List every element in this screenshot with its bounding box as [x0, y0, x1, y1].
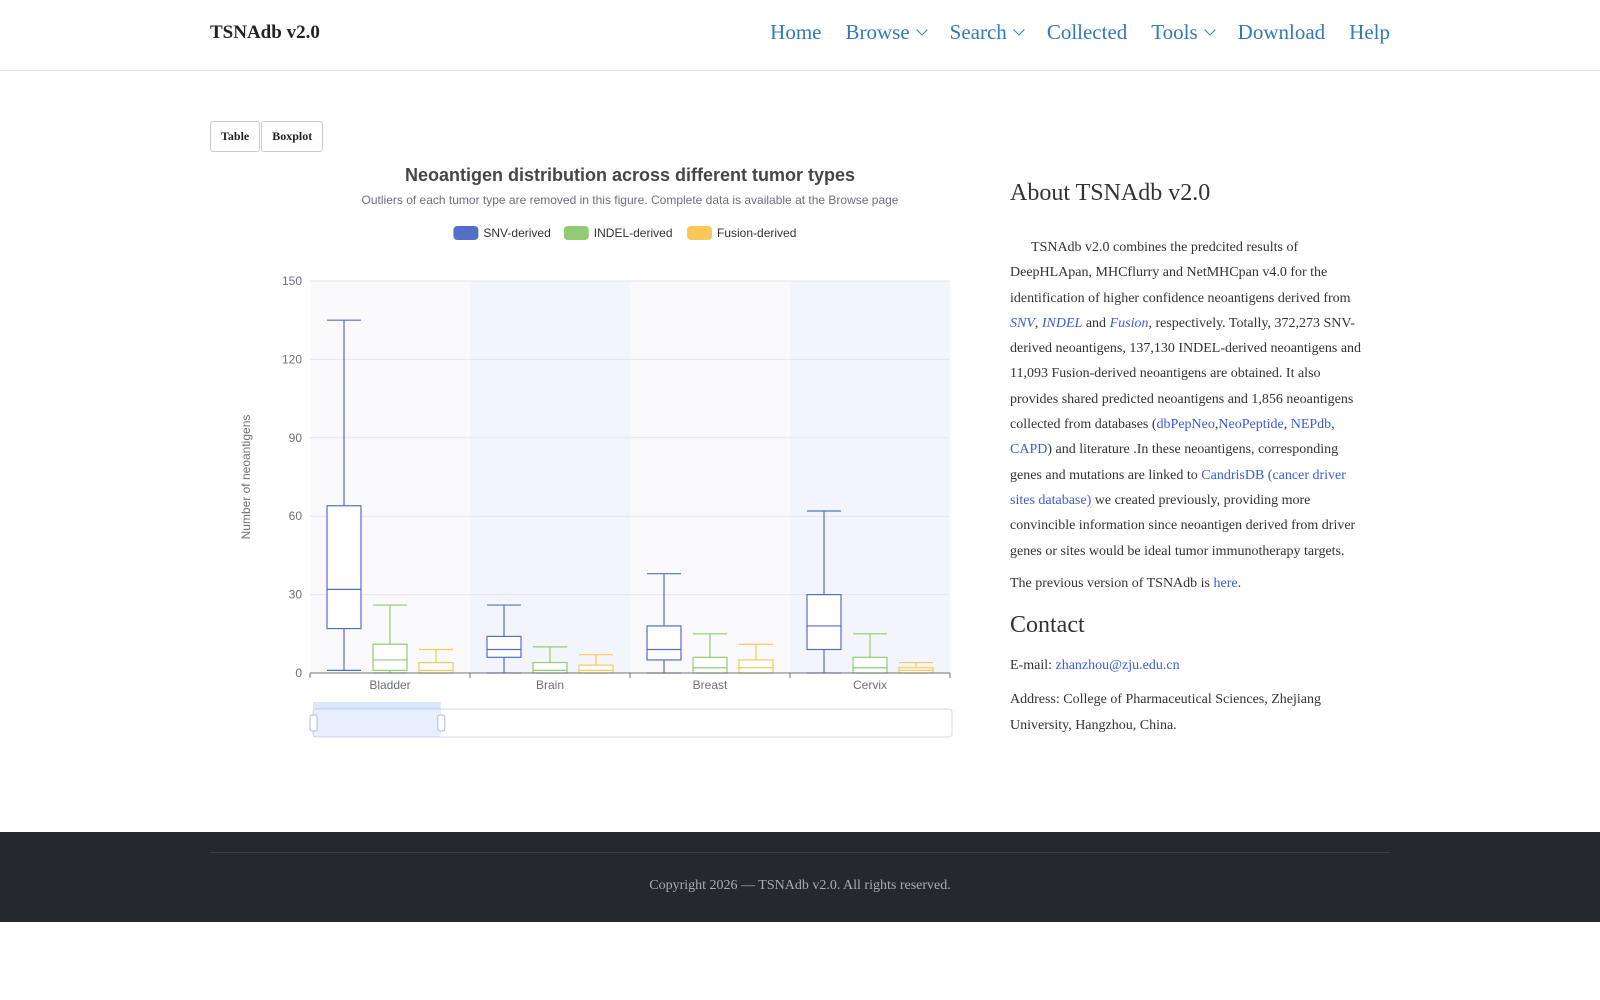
- previous-version-link[interactable]: here: [1214, 576, 1238, 591]
- about-text: ,: [1283, 417, 1291, 433]
- legend-item: Fusion-derived: [687, 226, 796, 240]
- box-iqr: [852, 656, 888, 674]
- previous-version-text: .: [1237, 575, 1242, 591]
- legend-item: SNV-derived: [453, 226, 551, 240]
- nav-help[interactable]: Help: [1349, 20, 1390, 45]
- legend-label: Fusion-derived: [717, 226, 796, 240]
- copyright-text: Copyright 2026 — TSNAdb v2.0. All rights…: [649, 878, 951, 893]
- about-text: ,: [1034, 315, 1042, 331]
- box-iqr: [646, 625, 682, 661]
- box-iqr: [578, 664, 614, 674]
- nav-download[interactable]: Download: [1238, 20, 1326, 45]
- about-text: TSNAdb v2.0 combines the predcited resul…: [1010, 240, 1351, 306]
- contact-address: Address: College of Pharmaceutical Scien…: [1010, 692, 1322, 733]
- y-tick-label: 90: [289, 431, 303, 445]
- nav-search[interactable]: Search: [949, 20, 1025, 45]
- x-tick-label: Cervix: [853, 678, 887, 692]
- zoom-handle-left: [309, 714, 318, 732]
- legend-swatch: [687, 226, 712, 240]
- nav-tools[interactable]: Tools: [1151, 20, 1216, 45]
- box-iqr: [486, 635, 522, 658]
- about-text: and: [1082, 315, 1110, 331]
- nav-download-label: Download: [1237, 20, 1326, 44]
- nav-browse-label: Browse: [845, 20, 910, 44]
- about-section: About TSNAdb v2.0 TSNAdb v2.0 combines t…: [1010, 180, 1365, 738]
- table-button[interactable]: Table: [210, 121, 261, 152]
- about-paragraph: TSNAdb v2.0 combines the predcited resul…: [1010, 235, 1365, 564]
- about-title: About TSNAdb v2.0: [1010, 180, 1211, 206]
- box-iqr: [418, 661, 454, 674]
- x-tick-label: Bladder: [369, 678, 410, 692]
- previous-version: The previous version of TSNAdb is here.: [1010, 571, 1365, 596]
- legend-swatch: [563, 226, 589, 240]
- y-tick-label: 60: [289, 509, 303, 523]
- category-band: [630, 281, 790, 673]
- navbar: TSNAdb v2.0 Home Browse Search Collected…: [0, 0, 1600, 71]
- nepdb-link[interactable]: NEPdb: [1291, 417, 1331, 432]
- chart-title: Neoantigen distribution across different…: [405, 165, 855, 185]
- dbpepneo-link[interactable]: dbPepNeo: [1157, 417, 1215, 432]
- chevron-down-icon: [916, 24, 928, 36]
- contact-title: Contact: [1010, 612, 1085, 639]
- email-link[interactable]: zhanzhou@zju.edu.cn: [1056, 658, 1180, 673]
- legend-swatch: [453, 226, 479, 240]
- chevron-down-icon: [1013, 24, 1025, 36]
- indel-link[interactable]: INDEL: [1042, 316, 1082, 331]
- x-axis: Bladder Brain Breast Cervix: [309, 672, 951, 692]
- category-band: [470, 281, 630, 673]
- footer: Copyright 2026 — TSNAdb v2.0. All rights…: [0, 832, 1600, 922]
- view-toggle: Table Boxplot: [210, 121, 324, 152]
- boxplot-chart: Neoantigen distribution across different…: [230, 150, 970, 750]
- main-nav: Home Browse Search Collected Tools Downl…: [770, 20, 1390, 45]
- y-tick-label: 150: [282, 274, 302, 288]
- nav-help-label: Help: [1349, 20, 1390, 44]
- capd-link[interactable]: CAPD: [1010, 442, 1047, 457]
- boxplot-button[interactable]: Boxplot: [261, 121, 324, 152]
- data-zoom-slider[interactable]: [309, 702, 953, 738]
- legend-item: INDEL-derived: [563, 226, 673, 240]
- chart-svg: Neoantigen distribution across different…: [239, 165, 953, 738]
- neopeptide-link[interactable]: NeoPeptide: [1218, 417, 1283, 432]
- box-iqr: [326, 505, 362, 630]
- nav-browse[interactable]: Browse: [845, 20, 928, 45]
- box-iqr: [692, 656, 728, 674]
- zoom-handle-right: [437, 714, 446, 732]
- box-iqr: [372, 643, 408, 671]
- chart-legend: SNV-derived INDEL-derived Fusion-derived: [453, 226, 796, 240]
- chevron-down-icon: [1204, 24, 1216, 36]
- zoom-move-handle: [313, 702, 441, 709]
- nav-search-label: Search: [949, 20, 1007, 44]
- nav-home[interactable]: Home: [770, 20, 821, 45]
- y-tick-label: 120: [282, 352, 302, 366]
- footer-divider: [210, 852, 1390, 853]
- nav-collected[interactable]: Collected: [1047, 20, 1127, 45]
- y-tick-label: 0: [295, 666, 302, 680]
- previous-version-text: The previous version of TSNAdb is: [1010, 575, 1214, 591]
- nav-collected-label: Collected: [1046, 20, 1128, 44]
- brand-logo[interactable]: TSNAdb v2.0: [210, 22, 320, 44]
- about-text: , respectively. Totally, 372,273 SNV-der…: [1010, 315, 1362, 433]
- legend-label: SNV-derived: [483, 226, 550, 240]
- x-tick-label: Breast: [693, 678, 728, 692]
- chart-subtitle: Outliers of each tumor type are removed …: [362, 193, 899, 207]
- box-iqr: [738, 659, 774, 674]
- fusion-link[interactable]: Fusion: [1110, 316, 1149, 331]
- y-tick-label: 30: [289, 588, 303, 602]
- snv-link[interactable]: SNV: [1010, 316, 1035, 331]
- legend-label: INDEL-derived: [594, 226, 673, 240]
- contact-email: E-mail: zhanzhou@zju.edu.cn: [1010, 653, 1365, 678]
- box-iqr: [806, 594, 842, 651]
- about-text: ,: [1331, 417, 1335, 433]
- y-axis: 0 30 60 90 120 150: [282, 274, 302, 680]
- nav-tools-label: Tools: [1151, 20, 1198, 44]
- zoom-window: [313, 709, 441, 737]
- email-label: E-mail:: [1010, 658, 1056, 674]
- box-iqr: [532, 661, 568, 674]
- nav-home-label: Home: [770, 20, 822, 44]
- y-axis-label: Number of neoantigens: [239, 415, 253, 540]
- category-bands: [310, 281, 950, 673]
- x-tick-label: Brain: [536, 678, 564, 692]
- contact-section: Contact E-mail: zhanzhou@zju.edu.cn Addr…: [1010, 612, 1365, 738]
